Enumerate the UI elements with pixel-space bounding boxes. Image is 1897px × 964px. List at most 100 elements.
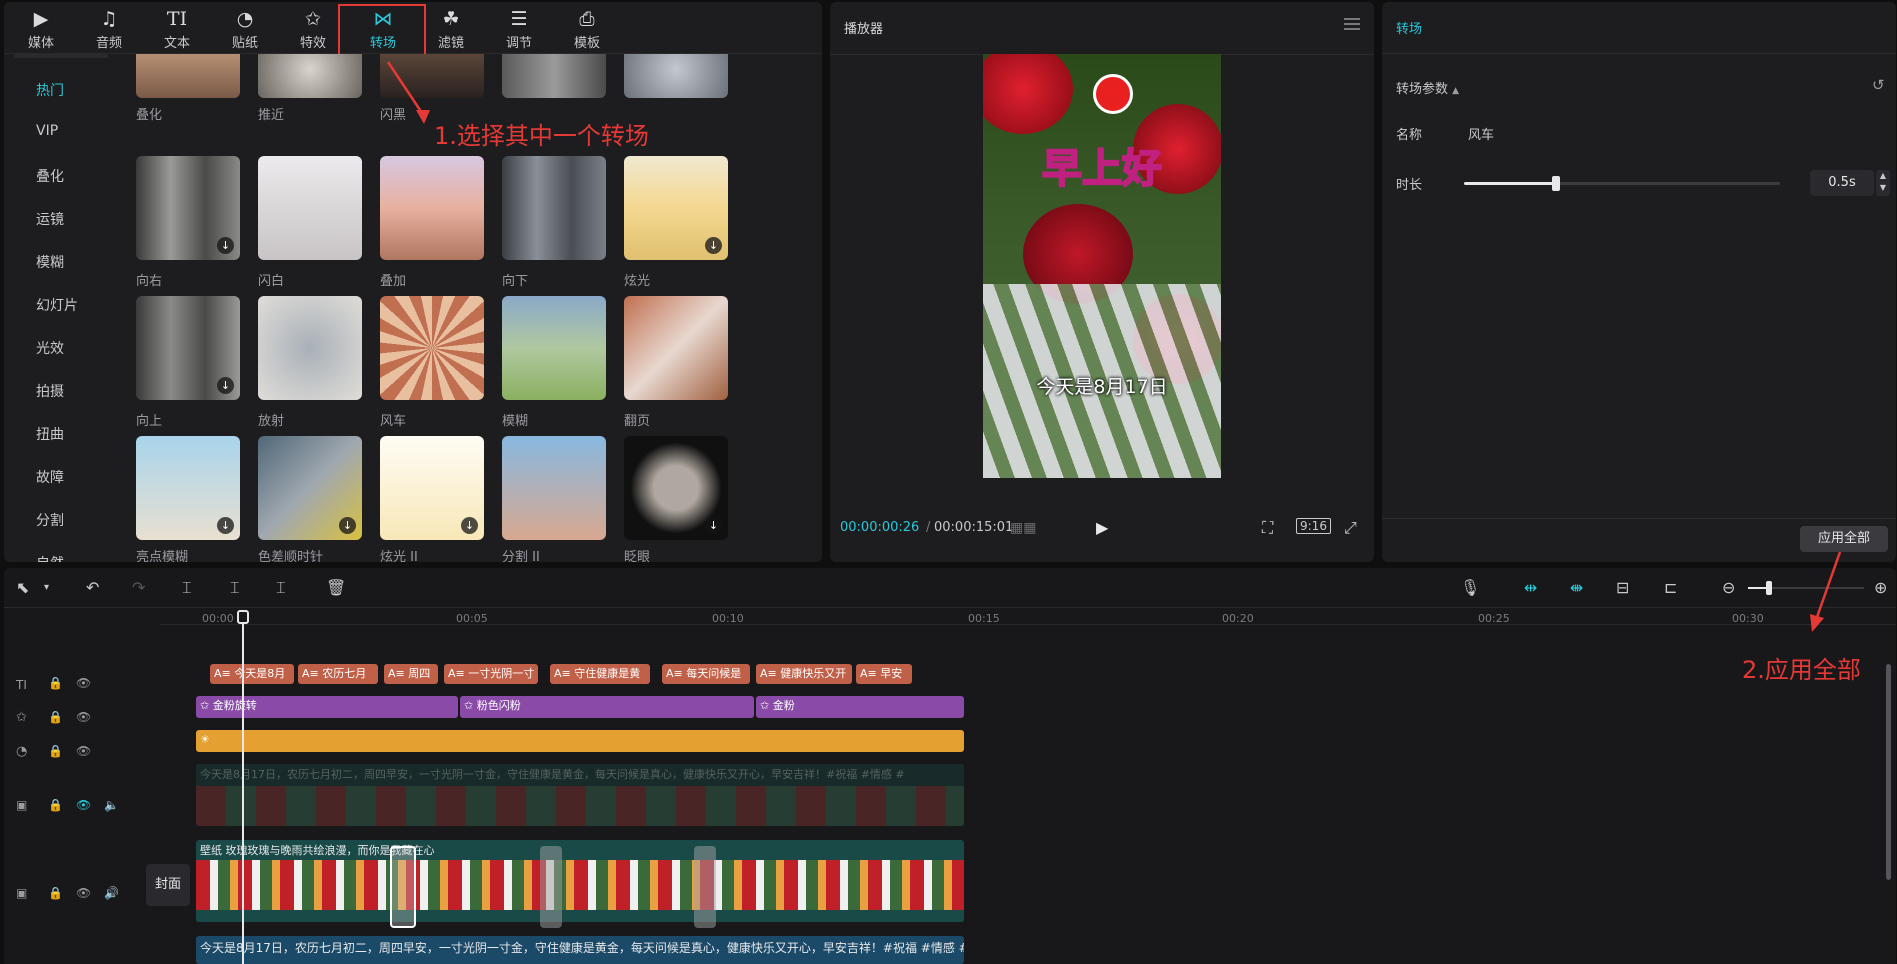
transition-thumb[interactable] — [624, 54, 728, 98]
fullscreen-icon[interactable]: ⤢ — [1344, 518, 1357, 538]
category-slideshow[interactable]: 幻灯片 — [36, 295, 78, 315]
tab-filter[interactable]: ☘ 滤镜 — [422, 6, 480, 54]
category-blur[interactable]: 模糊 — [36, 252, 64, 272]
transition-thumb[interactable]: ↓ — [136, 296, 240, 400]
download-icon[interactable]: ↓ — [461, 517, 478, 534]
zoom-in-icon[interactable]: ⊕ — [1874, 578, 1887, 597]
transition-thumb[interactable] — [502, 54, 606, 98]
timeline-grid-icon[interactable]: ▦▦ — [1010, 520, 1036, 536]
category-distort[interactable]: 扭曲 — [36, 424, 64, 444]
play-button[interactable]: ▶ — [1096, 518, 1108, 537]
caption-clip[interactable]: 今天是8月17日，农历七月初二，周四早安，一寸光阴一寸金，守住健康是黄金，每天问… — [196, 936, 964, 964]
menu-icon[interactable] — [1344, 18, 1360, 30]
transition-thumb[interactable] — [380, 296, 484, 400]
duration-input[interactable]: 0.5s — [1810, 170, 1874, 196]
fit-screen-icon[interactable]: ⛶ — [1262, 518, 1273, 538]
snap-icon[interactable]: ⇼ — [1570, 578, 1583, 597]
delete-right-icon[interactable]: ⌶ — [276, 578, 286, 598]
download-icon[interactable]: ↓ — [217, 237, 234, 254]
video-preview[interactable]: 早上好 今天是8月17日 — [983, 54, 1221, 478]
sticker-clip[interactable]: ☀ — [196, 730, 964, 752]
delete-left-icon[interactable]: ⌶ — [230, 578, 240, 598]
effect-clip[interactable]: ✩ 金粉旋转 — [196, 696, 458, 718]
transition-thumb[interactable] — [624, 296, 728, 400]
eye-icon[interactable]: 👁 — [76, 676, 91, 690]
tab-sticker[interactable]: ◔ 贴纸 — [216, 6, 274, 54]
lock-icon[interactable]: 🔒 — [48, 744, 63, 758]
transition-marker[interactable] — [390, 846, 416, 928]
transition-thumb[interactable] — [258, 54, 362, 98]
linkage-icon[interactable]: ⊟ — [1616, 578, 1629, 597]
text-clip[interactable]: A≡ 健康快乐又开 — [756, 664, 852, 684]
eye-icon[interactable]: 👁 — [76, 886, 91, 900]
transition-thumb[interactable]: ↓ — [380, 436, 484, 540]
tab-media[interactable]: ▶ 媒体 — [12, 6, 70, 54]
transition-thumb[interactable] — [502, 296, 606, 400]
transition-thumb[interactable] — [258, 156, 362, 260]
category-split[interactable]: 分割 — [36, 510, 64, 530]
text-clip[interactable]: A≡ 守住健康是黄 — [550, 664, 650, 684]
effect-clip[interactable]: ✩ 金粉 — [756, 696, 964, 718]
transition-thumb[interactable] — [258, 296, 362, 400]
category-light[interactable]: 光效 — [36, 338, 64, 358]
microphone-icon[interactable]: 🎙 — [1460, 578, 1480, 597]
tab-adjust[interactable]: ☰ 调节 — [490, 6, 548, 54]
text-clip[interactable]: A≡ 一寸光阴一寸 — [444, 664, 538, 684]
tab-template[interactable]: ⎙ 模板 — [558, 6, 616, 54]
transition-thumb[interactable]: ↓ — [136, 156, 240, 260]
split-icon[interactable]: ⌶ — [182, 578, 192, 598]
text-clip[interactable]: A≡ 早安 — [856, 664, 912, 684]
transition-thumb[interactable] — [380, 156, 484, 260]
transition-thumb[interactable]: ↓ — [624, 436, 728, 540]
lock-icon[interactable]: 🔒 — [48, 710, 63, 724]
transition-marker[interactable] — [540, 846, 562, 928]
download-icon[interactable]: ↓ — [705, 517, 722, 534]
text-clip[interactable]: A≡ 今天是8月 — [210, 664, 294, 684]
tab-text[interactable]: TI 文本 — [148, 6, 206, 54]
transition-thumb[interactable]: ↓ — [624, 156, 728, 260]
select-tool-icon[interactable]: ⬉ — [16, 578, 29, 597]
download-icon[interactable]: ↓ — [217, 517, 234, 534]
reset-icon[interactable]: ↺ — [1872, 76, 1885, 94]
category-glitch[interactable]: 故障 — [36, 467, 64, 487]
lock-icon[interactable]: 🔒 — [48, 886, 63, 900]
transition-marker[interactable] — [694, 846, 716, 928]
delete-icon[interactable]: 🗑 — [326, 578, 346, 597]
category-hot[interactable]: 热门 — [36, 80, 64, 100]
text-clip[interactable]: A≡ 周四 — [384, 664, 438, 684]
volume-icon[interactable]: 🔊 — [104, 886, 119, 900]
category-nature[interactable]: 自然 — [36, 553, 64, 562]
tab-effects[interactable]: ✩ 特效 — [284, 6, 342, 54]
playhead[interactable] — [237, 610, 249, 964]
undo-icon[interactable]: ↶ — [86, 578, 99, 597]
duration-slider[interactable] — [1464, 176, 1780, 191]
download-icon[interactable]: ↓ — [705, 237, 722, 254]
preview-axis-icon[interactable]: ⊏ — [1664, 578, 1677, 597]
text-clip[interactable]: A≡ 农历七月 — [298, 664, 378, 684]
effect-clip[interactable]: ✩ 粉色闪粉 — [460, 696, 754, 718]
mute-icon[interactable]: 🔈 — [104, 798, 119, 812]
ratio-button[interactable]: 9:16 — [1296, 518, 1331, 534]
download-icon[interactable]: ↓ — [217, 377, 234, 394]
eye-icon[interactable]: 👁 — [76, 710, 91, 724]
main-video-clip[interactable]: 壁纸 玫瑰玫瑰与晚雨共绘浪漫，而你是我藏在心 — [196, 840, 964, 922]
transition-thumb[interactable]: ↓ — [258, 436, 362, 540]
category-camera[interactable]: 运镜 — [36, 209, 64, 229]
eye-icon[interactable]: 👁 — [76, 744, 91, 758]
cover-button[interactable]: 封面 — [146, 864, 190, 906]
tab-audio[interactable]: ♫ 音频 — [80, 6, 138, 54]
download-icon[interactable]: ↓ — [339, 517, 356, 534]
lock-icon[interactable]: 🔒 — [48, 676, 63, 690]
overlay-video-clip[interactable]: 今天是8月17日，农历七月初二，周四早安，一寸光阴一寸金，守住健康是黄金，每天问… — [196, 764, 964, 826]
transition-thumb[interactable] — [502, 436, 606, 540]
section-title[interactable]: 转场参数 ▲ — [1396, 78, 1459, 97]
lock-icon[interactable]: 🔒 — [48, 798, 63, 812]
category-vip[interactable]: VIP — [36, 123, 58, 139]
eye-icon[interactable]: 👁 — [76, 798, 91, 812]
redo-icon[interactable]: ↷ — [132, 578, 145, 597]
text-clip[interactable]: A≡ 每天问候是 — [662, 664, 750, 684]
chevron-down-icon[interactable]: ▾ — [44, 582, 49, 593]
transition-thumb[interactable]: ↓ — [136, 436, 240, 540]
vertical-scrollbar[interactable] — [1886, 664, 1891, 880]
link-main-track-icon[interactable]: ⇹ — [1524, 578, 1537, 597]
